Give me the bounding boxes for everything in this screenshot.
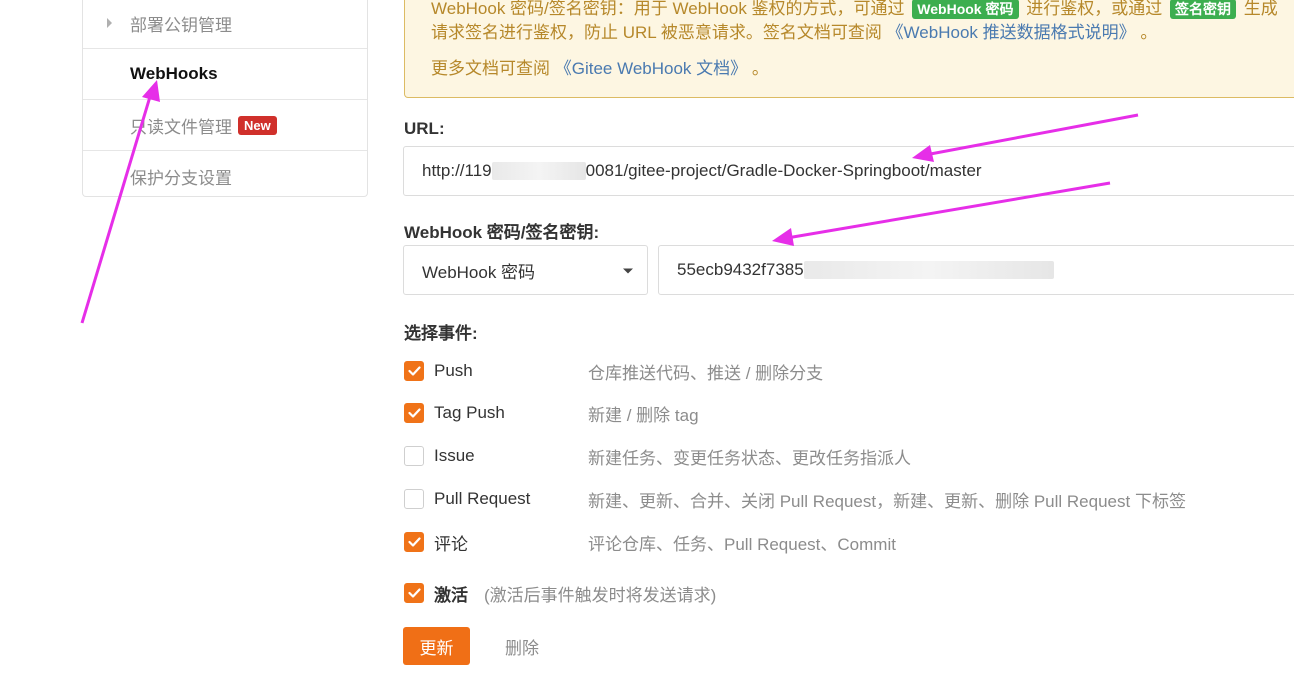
event-name: Issue (434, 446, 475, 465)
secret-label: WebHook 密码/签名密钥: (404, 223, 600, 242)
check-icon (407, 537, 421, 547)
event-description: 新建、更新、合并、关闭 Pull Request，新建、更新、删除 Pull R… (588, 491, 1186, 511)
url-label: URL: (404, 119, 445, 138)
signature-key-tag: 签名密钥 (1169, 0, 1236, 19)
notice-line-2: 请求签名进行鉴权，防止 URL 被恶意请求。签名文档可查阅 《WebHook 推… (431, 22, 1157, 44)
checkbox-checked[interactable] (404, 361, 424, 381)
checkbox-unchecked[interactable] (404, 446, 424, 466)
event-description: 新建 / 删除 tag (588, 405, 699, 425)
events-label: 选择事件: (404, 324, 478, 343)
webhook-notice: WebHook 密码/签名密钥：用于 WebHook 鉴权的方式，可通过 Web… (404, 0, 1294, 98)
secret-type-value: WebHook 密码 (422, 262, 536, 282)
sidebar-item-label: 保护分支设置 (130, 169, 232, 188)
secret-type-select[interactable]: WebHook 密码 (403, 245, 648, 295)
notice-text: WebHook 密码/签名密钥：用于 WebHook 鉴权的方式，可通过 (431, 0, 905, 18)
webhook-password-tag: WebHook 密码 (912, 0, 1019, 19)
update-button[interactable]: 更新 (403, 627, 470, 665)
activate-label: 激活 (434, 585, 468, 605)
activate-option[interactable]: 激活 (激活后事件触发时将发送请求) (404, 582, 716, 605)
event-tag-push[interactable]: Tag Push 新建 / 删除 tag (404, 402, 699, 425)
notice-text: 请求签名进行鉴权，防止 URL 被恶意请求。签名文档可查阅 (431, 23, 882, 42)
event-description: 新建任务、变更任务状态、更改任务指派人 (588, 448, 911, 468)
url-text-prefix: http://119 (422, 161, 492, 180)
notice-line-1: WebHook 密码/签名密钥：用于 WebHook 鉴权的方式，可通过 Web… (431, 0, 1278, 20)
redacted-blur (803, 261, 1054, 279)
event-comment[interactable]: 评论 评论仓库、任务、Pull Request、Commit (404, 531, 896, 554)
notice-text: 更多文档可查阅 (431, 59, 550, 78)
checkbox-checked[interactable] (404, 403, 424, 423)
secret-input[interactable]: 55ecb9432f7385 (658, 245, 1294, 295)
event-name: 评论 (434, 534, 468, 554)
settings-sidebar: 部署公钥管理 WebHooks 只读文件管理 New 保护分支设置 (82, 0, 368, 197)
url-input[interactable]: http://119 0081/gitee-project/Gradle-Doc… (403, 146, 1294, 196)
delete-button[interactable]: 删除 (505, 627, 539, 665)
activate-hint: (激活后事件触发时将发送请求) (484, 585, 717, 605)
sidebar-item-protected-branches[interactable]: 保护分支设置 (83, 151, 367, 202)
caret-down-icon (623, 268, 633, 274)
sidebar-item-label: WebHooks (130, 64, 218, 83)
activate-checkbox[interactable] (404, 583, 424, 603)
notice-text: 。 (751, 59, 769, 78)
sidebar-item-readonly-files[interactable]: 只读文件管理 New (83, 100, 367, 151)
redacted-blur (491, 162, 586, 180)
sidebar-item-label: 只读文件管理 (130, 117, 232, 137)
check-icon (407, 588, 421, 598)
event-description: 仓库推送代码、推送 / 删除分支 (588, 363, 824, 383)
check-icon (407, 408, 421, 418)
caret-right-icon (107, 18, 112, 28)
sidebar-item-webhooks[interactable]: WebHooks (83, 49, 367, 100)
new-badge: New (238, 115, 277, 135)
gitee-webhook-doc-link[interactable]: 《Gitee WebHook 文档》 (555, 59, 747, 78)
event-issue[interactable]: Issue 新建任务、变更任务状态、更改任务指派人 (404, 445, 911, 468)
notice-text: 进行鉴权，或通过 (1026, 0, 1163, 18)
checkbox-unchecked[interactable] (404, 489, 424, 509)
notice-text: 生成 (1243, 0, 1278, 18)
event-pull-request[interactable]: Pull Request 新建、更新、合并、关闭 Pull Request，新建… (404, 488, 1186, 511)
push-format-doc-link[interactable]: 《WebHook 推送数据格式说明》 (887, 23, 1136, 42)
secret-text-prefix: 55ecb9432f7385 (677, 260, 804, 279)
url-text-suffix: 0081/gitee-project/Gradle-Docker-Springb… (585, 161, 982, 180)
event-push[interactable]: Push 仓库推送代码、推送 / 删除分支 (404, 360, 823, 383)
sidebar-item-deploy-keys[interactable]: 部署公钥管理 (83, 0, 367, 49)
check-icon (407, 366, 421, 376)
event-name: Tag Push (434, 403, 505, 422)
event-name: Push (434, 361, 473, 380)
notice-text: 。 (1140, 23, 1158, 42)
checkbox-checked[interactable] (404, 532, 424, 552)
notice-line-3: 更多文档可查阅 《Gitee WebHook 文档》 。 (431, 58, 769, 80)
event-description: 评论仓库、任务、Pull Request、Commit (588, 534, 896, 554)
event-name: Pull Request (434, 489, 531, 508)
sidebar-item-label: 部署公钥管理 (130, 15, 232, 35)
